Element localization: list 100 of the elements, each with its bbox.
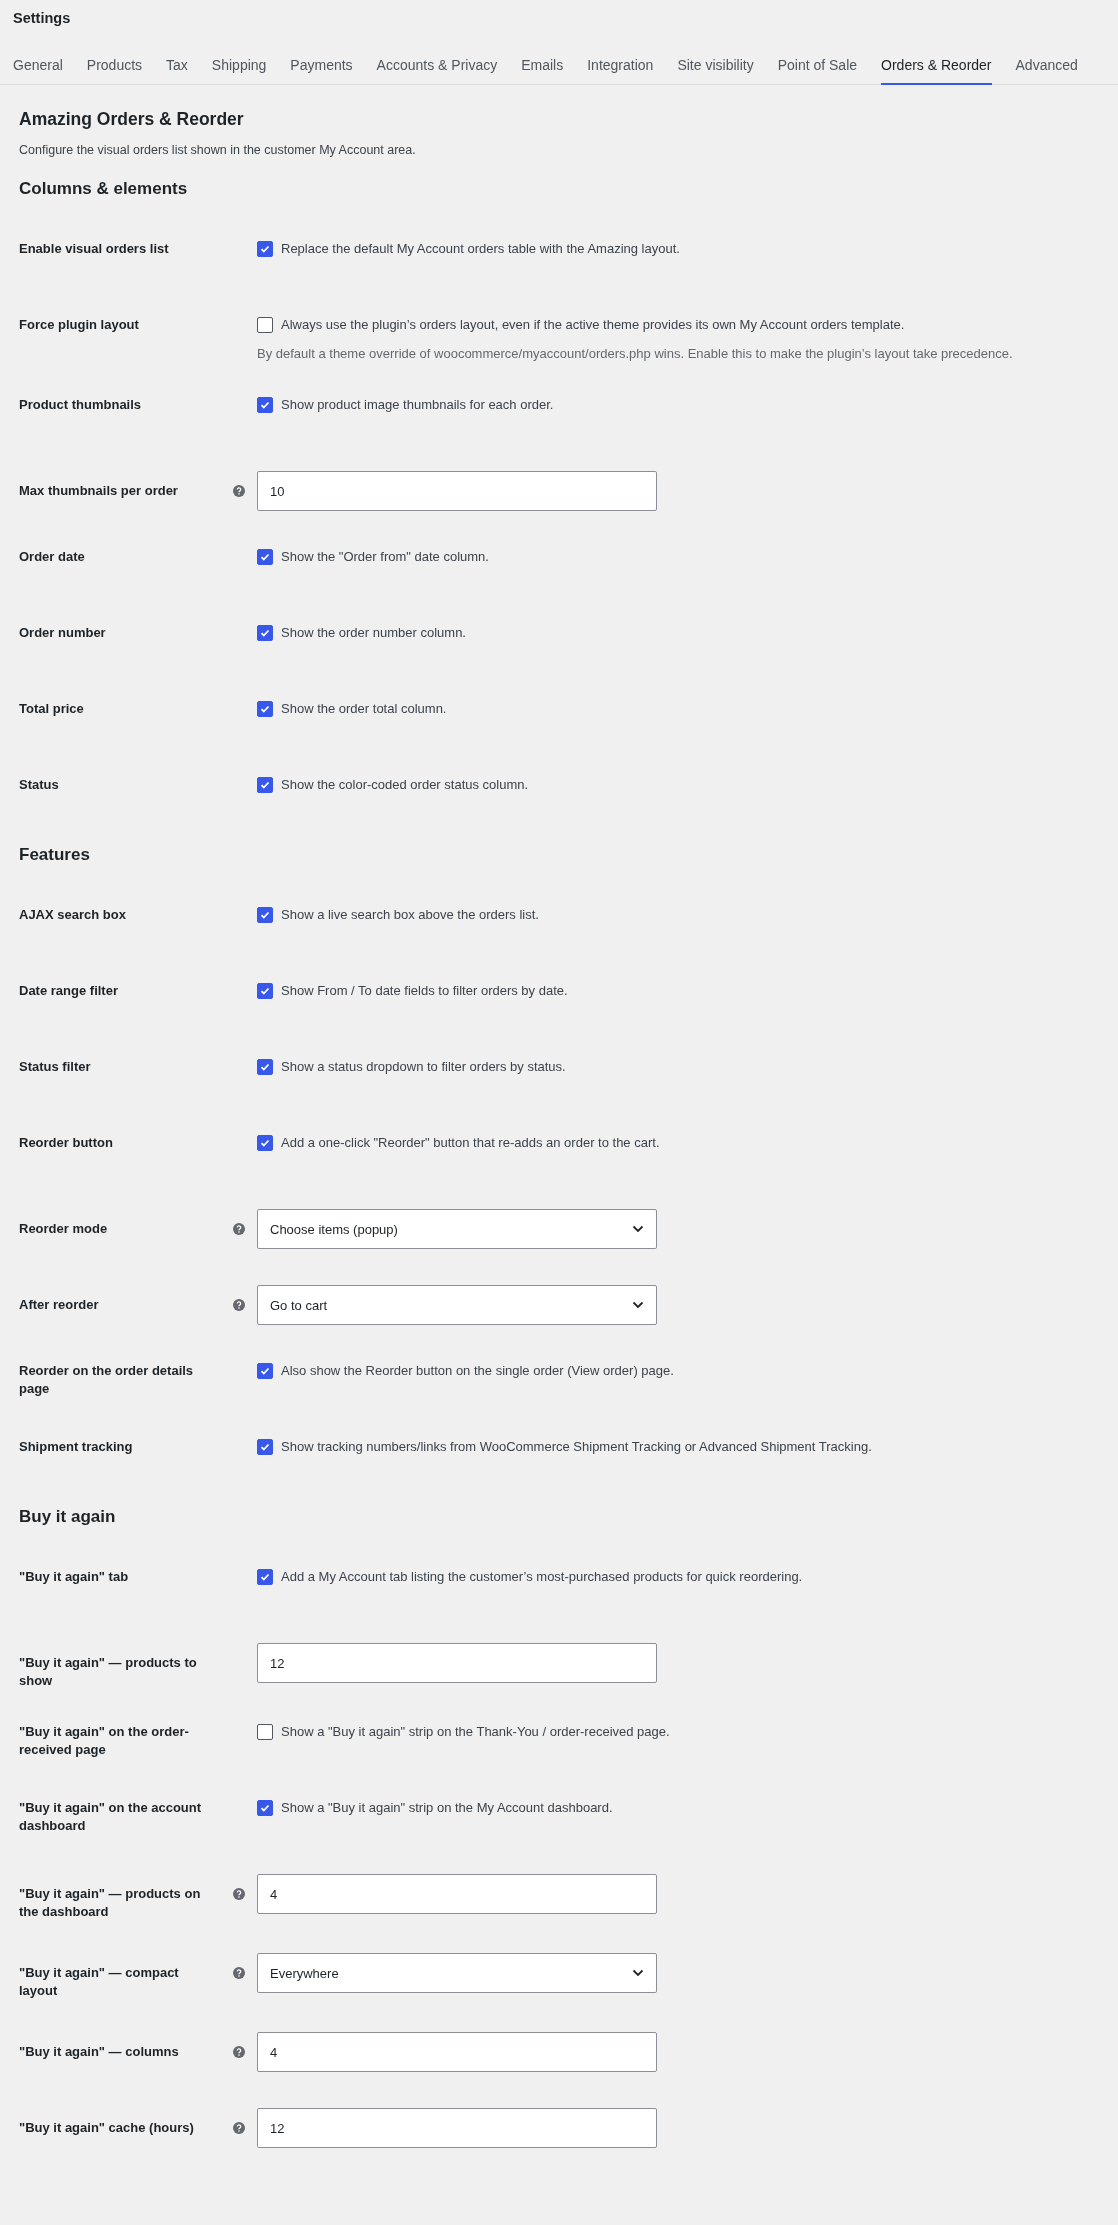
help-icon[interactable]	[233, 1299, 245, 1311]
section-heading: Columns & elements	[19, 178, 188, 200]
field-label: Reorder on the order details page	[19, 1362, 195, 1398]
section-heading: Features	[19, 844, 90, 866]
field-label: AJAX search box	[19, 906, 127, 924]
checkbox[interactable]	[257, 701, 273, 717]
settings-tab[interactable]: Shipping	[211, 54, 267, 85]
checkmark-icon	[259, 399, 271, 411]
number-field[interactable]: 10	[257, 471, 657, 511]
settings-tab[interactable]: General	[13, 54, 63, 85]
settings-tab[interactable]: Accounts & Privacy	[376, 54, 498, 85]
settings-tab[interactable]: Emails	[521, 54, 564, 85]
checkbox[interactable]	[257, 1724, 273, 1740]
help-icon[interactable]	[233, 1888, 245, 1900]
checkbox-label: Show a "Buy it again" strip on the My Account dashboard.	[281, 1799, 613, 1817]
help-icon[interactable]	[233, 2122, 245, 2134]
checkbox-label: Show the order total column.	[281, 700, 447, 718]
checkbox[interactable]	[257, 907, 273, 923]
checkbox-label: Also show the Reorder button on the single order (View order) page.	[281, 1362, 674, 1380]
checkbox-label: Replace the default My Account orders table with the Amazing layout.	[281, 240, 680, 258]
field-description: By default a theme override of woocommerce/myaccount/orders.php wins. Enable this to make the plugin’s layout take precedence.	[257, 345, 1014, 363]
checkbox[interactable]	[257, 1135, 273, 1151]
settings-tab[interactable]: Point of Sale	[777, 54, 858, 85]
checkmark-icon	[259, 551, 271, 563]
checkmark-icon	[259, 1571, 271, 1583]
checkmark-icon	[259, 909, 271, 921]
checkbox[interactable]	[257, 1059, 273, 1075]
dropdown[interactable]: Go to cart	[257, 1285, 657, 1325]
checkmark-icon	[259, 703, 271, 715]
checkbox-label: Show the order number column.	[281, 624, 466, 642]
field-label: After reorder	[19, 1296, 100, 1314]
dropdown[interactable]: Everywhere	[257, 1953, 657, 1993]
chevron-down-icon	[632, 1301, 644, 1309]
settings-tab[interactable]: Tax	[166, 54, 188, 85]
help-icon[interactable]	[233, 1967, 245, 1979]
checkmark-icon	[259, 1802, 271, 1814]
checkbox[interactable]	[257, 983, 273, 999]
checkbox[interactable]	[257, 625, 273, 641]
field-label: Reorder button	[19, 1134, 114, 1152]
settings-tab[interactable]: Site visibility	[677, 54, 754, 85]
field-label: Reorder mode	[19, 1220, 109, 1238]
field-label: Order date	[19, 548, 86, 566]
field-label: Status filter	[19, 1058, 92, 1076]
checkbox[interactable]	[257, 1569, 273, 1585]
chevron-down-icon	[632, 1225, 644, 1233]
page-title: Settings	[13, 9, 71, 28]
checkbox-label: Add a My Account tab listing the customer’s most-purchased products for quick reordering.	[281, 1568, 803, 1586]
field-label: Enable visual orders list	[19, 240, 170, 258]
field-label: Order number	[19, 624, 107, 642]
checkmark-icon	[259, 779, 271, 791]
checkmark-icon	[259, 985, 271, 997]
field-label: "Buy it again" cache (hours)	[19, 2119, 195, 2137]
checkbox[interactable]	[257, 777, 273, 793]
field-label: Shipment tracking	[19, 1438, 134, 1456]
checkbox-label: Show the color-coded order status column.	[281, 776, 529, 794]
section-heading: Buy it again	[19, 1506, 116, 1528]
number-field[interactable]: 4	[257, 1874, 657, 1914]
checkbox-label: Show tracking numbers/links from WooCommerce Shipment Tracking or Advanced Shipment Tracking.	[281, 1438, 872, 1456]
checkmark-icon	[259, 243, 271, 255]
field-label: Force plugin layout	[19, 316, 140, 334]
field-label: "Buy it again" — products on the dashboard	[19, 1885, 202, 1921]
chevron-down-icon	[632, 1969, 644, 1977]
help-icon[interactable]	[233, 485, 245, 497]
checkbox[interactable]	[257, 1363, 273, 1379]
field-label: "Buy it again" — products to show	[19, 1654, 198, 1690]
field-label: "Buy it again" on the order-received page	[19, 1723, 190, 1759]
field-label: Total price	[19, 700, 85, 718]
number-field[interactable]: 12	[257, 2108, 657, 2148]
section-description: Configure the visual orders list shown in the customer My Account area.	[19, 143, 417, 157]
settings-tab[interactable]: Products	[86, 54, 143, 85]
help-icon[interactable]	[233, 2046, 245, 2058]
checkbox[interactable]	[257, 1800, 273, 1816]
field-label: Status	[19, 776, 60, 794]
checkbox-label: Show a status dropdown to filter orders by status.	[281, 1058, 566, 1076]
settings-tab[interactable]: Payments	[290, 54, 353, 85]
settings-tab[interactable]: Advanced	[1015, 54, 1078, 85]
checkmark-icon	[259, 627, 271, 639]
checkbox-label: Always use the plugin’s orders layout, even if the active theme provides its own My Account orders template.	[281, 316, 905, 334]
checkbox-label: Add a one-click "Reorder" button that re-adds an order to the cart.	[281, 1134, 660, 1152]
checkbox[interactable]	[257, 397, 273, 413]
checkbox[interactable]	[257, 549, 273, 565]
checkmark-icon	[259, 1061, 271, 1073]
field-label: "Buy it again" tab	[19, 1568, 130, 1586]
checkmark-icon	[259, 1441, 271, 1453]
field-label: Max thumbnails per order	[19, 482, 179, 500]
help-icon[interactable]	[233, 1223, 245, 1235]
checkbox[interactable]	[257, 1439, 273, 1455]
settings-tab[interactable]: Integration	[587, 54, 654, 85]
checkbox-label: Show a "Buy it again" strip on the Thank-You / order-received page.	[281, 1723, 670, 1741]
settings-tab[interactable]: Orders & Reorder	[881, 54, 992, 85]
field-label: "Buy it again" — columns	[19, 2043, 180, 2061]
field-label: Product thumbnails	[19, 396, 143, 414]
number-field[interactable]: 4	[257, 2032, 657, 2072]
checkbox-label: Show From / To date fields to filter orders by date.	[281, 982, 568, 1000]
dropdown[interactable]: Choose items (popup)	[257, 1209, 657, 1249]
checkbox[interactable]	[257, 241, 273, 257]
field-label: "Buy it again" — compact layout	[19, 1964, 180, 2000]
checkbox[interactable]	[257, 317, 273, 333]
field-label: "Buy it again" on the account dashboard	[19, 1799, 203, 1835]
number-field[interactable]: 12	[257, 1643, 657, 1683]
